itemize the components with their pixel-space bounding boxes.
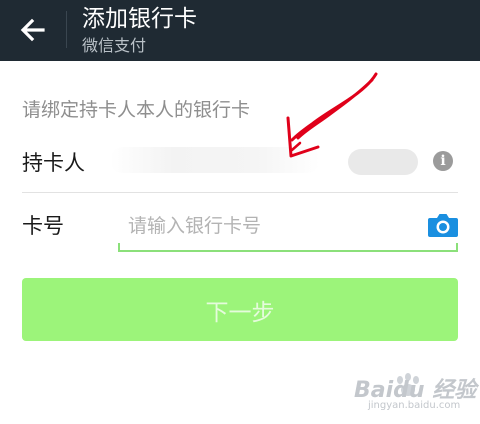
row-divider bbox=[22, 192, 458, 193]
page-title: 添加银行卡 bbox=[82, 6, 197, 32]
card-input-underline-right bbox=[456, 243, 458, 252]
cardholder-name-masked bbox=[348, 149, 418, 175]
scan-card-button[interactable] bbox=[427, 211, 459, 239]
back-button[interactable] bbox=[19, 16, 47, 44]
cardholder-name-blurred bbox=[110, 147, 320, 173]
card-input-underline bbox=[118, 250, 458, 252]
header-divider bbox=[66, 11, 67, 48]
cardholder-info-button[interactable]: i bbox=[433, 151, 453, 171]
back-arrow-icon bbox=[20, 18, 45, 42]
info-icon: i bbox=[440, 153, 446, 169]
camera-icon bbox=[428, 214, 458, 237]
bind-hint-text: 请绑定持卡人本人的银行卡 bbox=[22, 99, 251, 121]
card-number-label: 卡号 bbox=[22, 214, 64, 238]
watermark-subtext: jingyan.baidu.com bbox=[368, 400, 461, 411]
card-input-underline-left bbox=[118, 243, 120, 252]
cardholder-label: 持卡人 bbox=[22, 151, 85, 175]
page-subtitle: 微信支付 bbox=[82, 36, 147, 55]
card-number-input[interactable] bbox=[118, 206, 430, 246]
title-bar: 添加银行卡 微信支付 bbox=[0, 0, 480, 61]
next-step-button[interactable]: 下一步 bbox=[22, 278, 458, 341]
